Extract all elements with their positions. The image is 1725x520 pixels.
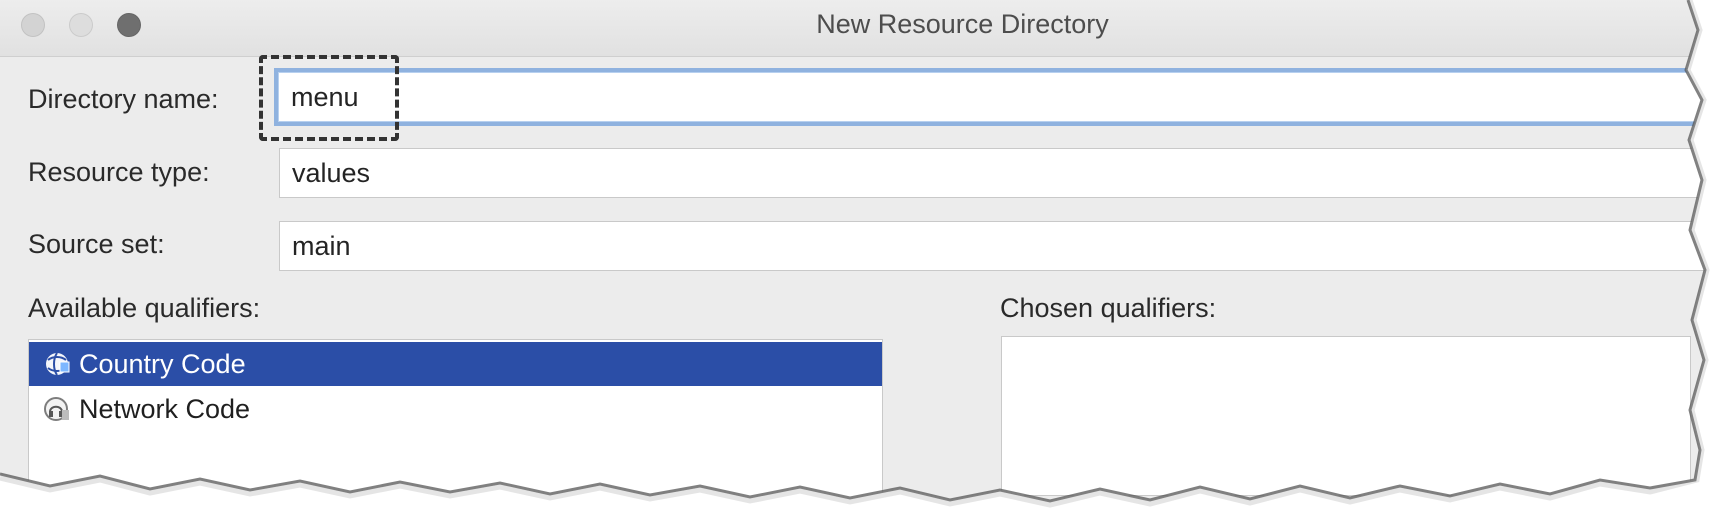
torn-edge-shadow bbox=[0, 0, 1710, 508]
screenshot: New Resource Directory Directory name: m… bbox=[0, 0, 1725, 520]
